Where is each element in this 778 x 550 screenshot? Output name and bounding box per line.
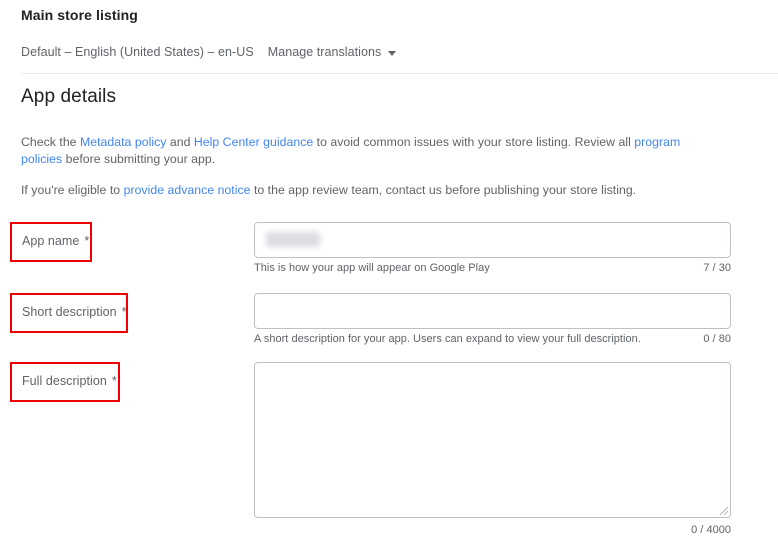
intro-text-3: to avoid common issues with your store l… (313, 135, 635, 149)
section-title: App details (21, 86, 117, 107)
app-name-required-marker: * (84, 234, 90, 248)
header-divider (21, 73, 778, 74)
app-name-helper-text: This is how your app will appear on Goog… (254, 262, 490, 274)
intro-text-4: before submitting your app. (62, 152, 216, 166)
full-description-label-text: Full description (22, 374, 107, 388)
chevron-down-icon (388, 50, 397, 56)
page-title: Main store listing (21, 7, 138, 23)
help-center-guidance-link[interactable]: Help Center guidance (194, 135, 313, 149)
language-label: Default – English (United States) – en-U… (21, 45, 254, 59)
app-name-input[interactable] (254, 222, 731, 258)
short-description-required-marker: * (121, 305, 127, 319)
full-description-counter: 0 / 4000 (691, 524, 731, 536)
app-name-redacted-value (266, 232, 320, 247)
intro-text-2: and (166, 135, 194, 149)
short-description-input[interactable] (254, 293, 731, 329)
store-listing-page: Main store listing Default – English (Un… (0, 0, 778, 550)
advance-notice-paragraph: If you're eligible to provide advance no… (21, 182, 731, 199)
app-name-label: App name * (22, 234, 89, 248)
app-name-label-text: App name (22, 234, 80, 248)
short-description-label-text: Short description (22, 305, 117, 319)
full-description-required-marker: * (111, 374, 117, 388)
metadata-policy-link[interactable]: Metadata policy (80, 135, 166, 149)
language-row: Default – English (United States) – en-U… (21, 45, 397, 59)
intro2-text-2: to the app review team, contact us befor… (250, 183, 637, 197)
full-description-textarea[interactable] (254, 362, 731, 518)
short-description-helper-text: A short description for your app. Users … (254, 333, 641, 345)
intro2-text-1: If you're eligible to (21, 183, 124, 197)
short-description-counter: 0 / 80 (703, 333, 731, 345)
app-name-counter: 7 / 30 (703, 262, 731, 274)
provide-advance-notice-link[interactable]: provide advance notice (124, 183, 251, 197)
full-description-label: Full description * (22, 374, 117, 388)
manage-translations-label: Manage translations (267, 45, 382, 59)
manage-translations-button[interactable]: Manage translations (268, 45, 397, 59)
intro-text-1: Check the (21, 135, 80, 149)
short-description-label: Short description * (22, 305, 127, 319)
intro-paragraph: Check the Metadata policy and Help Cente… (21, 134, 721, 168)
